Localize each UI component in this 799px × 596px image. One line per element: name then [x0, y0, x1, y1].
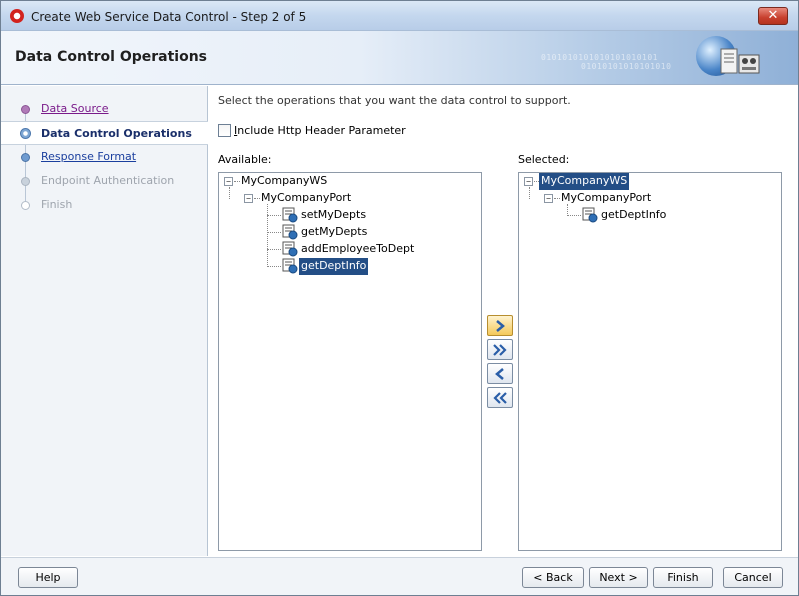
- tree-node-operation[interactable]: addEmployeeToDept: [301, 241, 414, 258]
- nav-item-data-source[interactable]: Data Source: [1, 98, 208, 120]
- nav-item-label: Finish: [41, 198, 73, 211]
- include-http-header-label-rest: nclude Http Header Parameter: [237, 124, 406, 137]
- tree-connector: [254, 198, 260, 199]
- collapse-toggle-icon[interactable]: −: [224, 177, 233, 186]
- nav-item-finish: Finish: [1, 194, 208, 216]
- operation-icon: [282, 258, 298, 274]
- selected-label: Selected:: [518, 153, 570, 166]
- finish-button[interactable]: Finish: [653, 567, 713, 588]
- step-pending-icon: [21, 153, 30, 162]
- step-disabled-icon: [21, 177, 30, 186]
- operation-icon: [282, 241, 298, 257]
- add-all-button[interactable]: [487, 339, 513, 360]
- tree-node-operation-selected[interactable]: getDeptInfo: [299, 258, 369, 275]
- wizard-steps-nav: Data Source Data Control Operations Resp…: [1, 86, 208, 556]
- nav-item-label[interactable]: Data Source: [41, 102, 109, 115]
- back-button[interactable]: < Back: [522, 567, 584, 588]
- include-http-header-checkbox[interactable]: [218, 124, 231, 137]
- page-title: Data Control Operations: [15, 49, 208, 65]
- window-title: Create Web Service Data Control - Step 2…: [31, 10, 307, 24]
- tree-node-operation[interactable]: getMyDepts: [301, 224, 367, 241]
- close-button[interactable]: ✕: [758, 7, 788, 25]
- remove-all-button[interactable]: [487, 387, 513, 408]
- collapse-toggle-icon[interactable]: −: [244, 194, 253, 203]
- step-current-icon: [20, 128, 31, 139]
- tree-node-port[interactable]: MyCompanyPort: [561, 190, 651, 207]
- add-button[interactable]: [487, 315, 513, 336]
- next-button[interactable]: Next >: [589, 567, 648, 588]
- double-chevron-left-icon: [493, 392, 507, 404]
- binary-decoration: 0101010101010101010101 01010101010101010: [541, 53, 671, 71]
- binary-decoration-line-1: 0101010101010101010101: [541, 53, 658, 62]
- available-tree[interactable]: − MyCompanyWS − MyCompanyPort setMyDepts…: [218, 172, 482, 551]
- header-banner: Data Control Operations 0101010101010101…: [1, 31, 798, 85]
- server-icon: [720, 48, 760, 74]
- nav-item-label[interactable]: Response Format: [41, 150, 136, 163]
- nav-item-label: Data Control Operations: [41, 127, 192, 140]
- nav-item-label: Endpoint Authentication: [41, 174, 175, 187]
- tree-node-operation[interactable]: getDeptInfo: [601, 207, 666, 224]
- nav-item-endpoint-authentication: Endpoint Authentication: [1, 170, 208, 192]
- title-bar: Create Web Service Data Control - Step 2…: [1, 1, 798, 31]
- operation-icon: [282, 207, 298, 223]
- remove-button[interactable]: [487, 363, 513, 384]
- cancel-button[interactable]: Cancel: [723, 567, 783, 588]
- tree-connector: [267, 215, 281, 216]
- tree-connector: [267, 204, 268, 265]
- selected-tree[interactable]: − MyCompanyWS − MyCompanyPort getDeptInf…: [518, 172, 782, 551]
- tree-node-port[interactable]: MyCompanyPort: [261, 190, 351, 207]
- chevron-left-icon: [495, 368, 504, 380]
- collapse-toggle-icon[interactable]: −: [524, 177, 533, 186]
- nav-item-response-format[interactable]: Response Format: [1, 146, 208, 168]
- operation-icon: [282, 224, 298, 240]
- step-disabled-icon: [21, 201, 30, 210]
- tree-connector: [229, 187, 230, 199]
- operation-icon: [582, 207, 598, 223]
- double-chevron-right-icon: [493, 344, 507, 356]
- dialog-window: Create Web Service Data Control - Step 2…: [0, 0, 799, 596]
- tree-node-service[interactable]: MyCompanyWS: [241, 173, 327, 190]
- oracle-app-icon: [10, 9, 24, 23]
- tree-connector: [267, 232, 281, 233]
- binary-decoration-line-2: 01010101010101010: [581, 62, 672, 71]
- instructions-text: Select the operations that you want the …: [218, 94, 571, 107]
- tree-connector: [529, 187, 530, 199]
- tree-node-operation[interactable]: setMyDepts: [301, 207, 366, 224]
- collapse-toggle-icon[interactable]: −: [544, 194, 553, 203]
- chevron-right-icon: [496, 320, 505, 332]
- tree-connector: [567, 215, 581, 216]
- help-button[interactable]: Help: [18, 567, 78, 588]
- include-http-header-label[interactable]: Include Http Header Parameter: [234, 124, 406, 137]
- tree-connector: [267, 266, 281, 267]
- tree-connector: [267, 249, 281, 250]
- tree-connector: [234, 181, 240, 182]
- available-label: Available:: [218, 153, 272, 166]
- tree-node-service-selected[interactable]: MyCompanyWS: [539, 173, 630, 190]
- nav-item-data-control-operations[interactable]: Data Control Operations: [1, 121, 208, 145]
- tree-connector: [554, 198, 560, 199]
- step-visited-icon: [21, 105, 30, 114]
